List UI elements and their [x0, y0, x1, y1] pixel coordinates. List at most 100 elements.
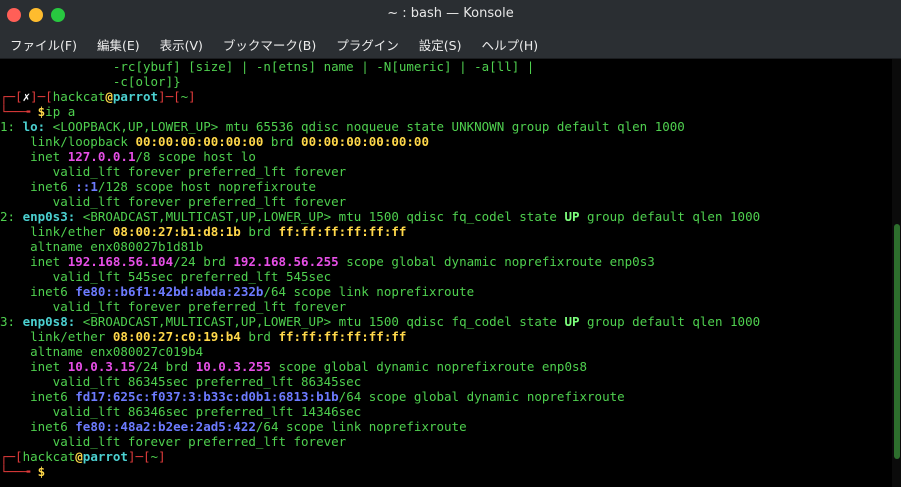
terminal-text: brd: [263, 134, 302, 149]
terminal-text: group default qlen 1000: [579, 209, 761, 224]
terminal-text: fe80::b6f1:42bd:abda:232b: [75, 284, 264, 299]
terminal-text: hackcat: [22, 449, 76, 464]
terminal-text: -rc[ybuf] [size] | -n[etns] name | -N[um…: [0, 59, 535, 74]
terminal-line: inet6 fe80::48a2:b2ee:2ad5:422/64 scope …: [0, 419, 892, 434]
terminal-text: altname enx080027c019b4: [0, 344, 204, 359]
terminal-text: valid_lft forever preferred_lft forever: [0, 194, 347, 209]
terminal-text: 10.0.3.255: [195, 359, 271, 374]
terminal-text: /8 scope host lo: [135, 149, 256, 164]
terminal-line: ┌─[✗]─[hackcat@parrot]─[~]: [0, 89, 892, 104]
terminal-line: 2: enp0s3: <BROADCAST,MULTICAST,UP,LOWER…: [0, 209, 892, 224]
terminal-text: ┌─[: [0, 449, 23, 464]
terminal-line: 3: enp0s8: <BROADCAST,MULTICAST,UP,LOWER…: [0, 314, 892, 329]
terminal-text: 08:00:27:b1:d8:1b: [112, 224, 241, 239]
terminal-line: valid_lft 86345sec preferred_lft 86345se…: [0, 374, 892, 389]
terminal-line: valid_lft 545sec preferred_lft 545sec: [0, 269, 892, 284]
terminal-text: 00:00:00:00:00:00: [135, 134, 264, 149]
terminal-line: ┌─[hackcat@parrot]─[~]: [0, 449, 892, 464]
terminal-text: /24 brd: [173, 254, 234, 269]
terminal-text: ]─[: [30, 89, 53, 104]
terminal-text: scope global dynamic noprefixroute enp0s…: [270, 359, 588, 374]
terminal-line: inet 10.0.3.15/24 brd 10.0.3.255 scope g…: [0, 359, 892, 374]
terminal-text: 2:: [0, 209, 23, 224]
terminal-text: link/ether: [0, 224, 113, 239]
terminal-text: ::1: [75, 179, 98, 194]
terminal-text: parrot: [82, 449, 128, 464]
terminal-text: 10.0.3.15: [67, 359, 136, 374]
terminal-text: enp0s3:: [22, 209, 76, 224]
terminal-text: @: [75, 449, 83, 464]
terminal-line: link/loopback 00:00:00:00:00:00 brd 00:0…: [0, 134, 892, 149]
terminal-scrollbar[interactable]: [892, 59, 901, 487]
terminal-text: valid_lft 545sec preferred_lft 545sec: [0, 269, 332, 284]
menu-edit[interactable]: 編集(E): [87, 35, 150, 54]
terminal-text: 00:00:00:00:00:00: [301, 134, 429, 149]
terminal-line: inet 192.168.56.104/24 brd 192.168.56.25…: [0, 254, 892, 269]
terminal-text: /64 scope link noprefixroute: [263, 284, 475, 299]
terminal-text: ]: [158, 449, 166, 464]
terminal-text: 192.168.56.255: [233, 254, 339, 269]
konsole-window: ~ : bash — Konsole ファイル(F) 編集(E) 表示(V) ブ…: [0, 0, 901, 487]
menu-file[interactable]: ファイル(F): [0, 35, 87, 54]
terminal-text: <LOOPBACK,UP,LOWER_UP> mtu 65536 qdisc n…: [45, 119, 685, 134]
terminal-text: ]─[: [158, 89, 181, 104]
menu-settings[interactable]: 設定(S): [409, 35, 472, 54]
terminal-text: enp0s8:: [22, 314, 76, 329]
scrollbar-thumb[interactable]: [894, 224, 900, 459]
terminal-line: altname enx080027b1d81b: [0, 239, 892, 254]
terminal-text: parrot: [112, 89, 159, 104]
terminal-line: └──╼ $ip a: [0, 104, 892, 119]
terminal-text: $: [37, 464, 46, 479]
terminal-line: 1: lo: <LOOPBACK,UP,LOWER_UP> mtu 65536 …: [0, 119, 892, 134]
terminal-text: ]: [188, 89, 196, 104]
terminal-line: link/ether 08:00:27:c0:19:b4 brd ff:ff:f…: [0, 329, 892, 344]
terminal-text: fe80::48a2:b2ee:2ad5:422: [75, 419, 256, 434]
terminal-line: inet 127.0.0.1/8 scope host lo: [0, 149, 892, 164]
terminal-text: /64 scope global dynamic noprefixroute: [338, 389, 625, 404]
terminal-text: ┌─[: [0, 89, 23, 104]
terminal-text: ✗: [22, 89, 31, 104]
terminal-line: -rc[ybuf] [size] | -n[etns] name | -N[um…: [0, 59, 892, 74]
terminal-line: valid_lft forever preferred_lft forever: [0, 194, 892, 209]
title-bar[interactable]: ~ : bash — Konsole: [0, 0, 901, 30]
terminal-text: ff:ff:ff:ff:ff:ff: [278, 224, 407, 239]
terminal-text: inet: [0, 149, 68, 164]
terminal-text: /64 scope link noprefixroute: [255, 419, 467, 434]
terminal-text: 127.0.0.1: [67, 149, 136, 164]
terminal-text: link/loopback: [0, 134, 136, 149]
terminal-text: ]─[: [127, 449, 151, 464]
terminal-output[interactable]: -rc[ybuf] [size] | -n[etns] name | -N[um…: [0, 59, 892, 487]
terminal-text: valid_lft forever preferred_lft forever: [0, 299, 347, 314]
terminal-text: inet6: [0, 284, 76, 299]
menu-view[interactable]: 表示(V): [150, 35, 213, 54]
terminal-text: /128 scope host noprefixroute: [97, 179, 317, 194]
terminal-text: 1:: [0, 119, 23, 134]
terminal-text: inet6: [0, 179, 76, 194]
window-title: ~ : bash — Konsole: [387, 6, 514, 21]
terminal-text: 192.168.56.104: [67, 254, 174, 269]
terminal-line: inet6 ::1/128 scope host noprefixroute: [0, 179, 892, 194]
terminal-text: └──╼: [0, 464, 38, 479]
menu-help[interactable]: ヘルプ(H): [471, 35, 548, 54]
terminal-text: valid_lft 86345sec preferred_lft 86345se…: [0, 374, 362, 389]
terminal-text: brd: [240, 224, 279, 239]
terminal-text: <BROADCAST,MULTICAST,UP,LOWER_UP> mtu 15…: [75, 314, 565, 329]
terminal-text: inet: [0, 254, 68, 269]
terminal-text: ff:ff:ff:ff:ff:ff: [278, 329, 407, 344]
terminal-text: link/ether: [0, 329, 113, 344]
terminal-text: brd: [240, 329, 279, 344]
terminal-text: <BROADCAST,MULTICAST,UP,LOWER_UP> mtu 15…: [75, 209, 565, 224]
terminal-text: fd17:625c:f037:3:b33c:d0b1:6813:b1b: [75, 389, 339, 404]
menu-bookmarks[interactable]: ブックマーク(B): [213, 35, 326, 54]
terminal-text: UP: [564, 209, 580, 224]
terminal-line: inet6 fe80::b6f1:42bd:abda:232b/64 scope…: [0, 284, 892, 299]
terminal-text: valid_lft forever preferred_lft forever: [0, 434, 347, 449]
menu-plugins[interactable]: プラグイン: [326, 35, 409, 54]
terminal-line: valid_lft 86346sec preferred_lft 14346se…: [0, 404, 892, 419]
terminal-line: altname enx080027c019b4: [0, 344, 892, 359]
terminal-line: valid_lft forever preferred_lft forever: [0, 164, 892, 179]
terminal-text: lo:: [22, 119, 46, 134]
terminal-line: valid_lft forever preferred_lft forever: [0, 299, 892, 314]
terminal-text: @: [105, 89, 113, 104]
menu-bar: ファイル(F) 編集(E) 表示(V) ブックマーク(B) プラグイン 設定(S…: [0, 30, 901, 59]
